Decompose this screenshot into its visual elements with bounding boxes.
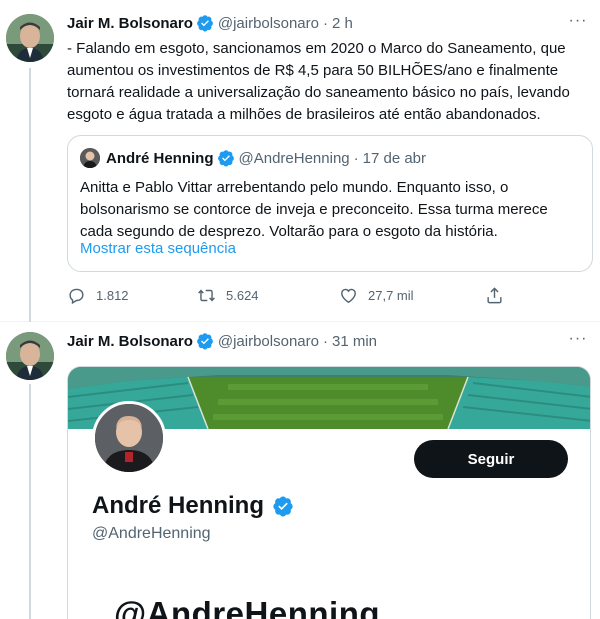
reply-icon bbox=[69, 288, 84, 304]
tweet[interactable]: Jair M. Bolsonaro @jairbolsonaro · 2 h ·… bbox=[0, 0, 600, 322]
retweet-button[interactable]: 5.624 bbox=[197, 284, 259, 306]
follow-button[interactable]: Seguir bbox=[414, 440, 568, 478]
tweet[interactable]: Jair M. Bolsonaro @jairbolsonaro · 31 mi… bbox=[0, 322, 600, 619]
verified-badge-icon bbox=[217, 150, 234, 167]
separator-dot: · bbox=[353, 149, 359, 167]
separator-dot: · bbox=[322, 14, 328, 32]
quoted-author-handle: @AndreHenning bbox=[238, 149, 350, 167]
like-button[interactable]: 27,7 mil bbox=[339, 284, 414, 306]
retweet-icon bbox=[198, 288, 215, 302]
quoted-tweet[interactable]: André Henning @AndreHenning · 17 de abr … bbox=[67, 135, 593, 272]
more-options-icon[interactable]: ··· bbox=[568, 13, 588, 34]
share-button[interactable] bbox=[485, 284, 514, 306]
tweet-actions: 1.812 5.624 27,7 mil bbox=[67, 284, 517, 306]
separator-dot: · bbox=[322, 332, 328, 350]
author-avatar[interactable] bbox=[6, 14, 54, 62]
thread-line bbox=[29, 68, 31, 322]
like-count: 27,7 mil bbox=[368, 287, 414, 303]
profile-card[interactable]: Seguir André Henning @AndreHenning @Andr… bbox=[67, 366, 591, 619]
quoted-tweet-date: 17 de abr bbox=[362, 149, 427, 167]
tweet-timestamp[interactable]: 31 min bbox=[332, 333, 377, 350]
quoted-tweet-text: Anitta e Pablo Vittar arrebentando pelo … bbox=[80, 179, 548, 240]
quoted-tweet-header: André Henning @AndreHenning · 17 de abr bbox=[80, 148, 426, 168]
reply-count: 1.812 bbox=[96, 287, 129, 303]
more-options-icon[interactable]: ··· bbox=[568, 331, 588, 352]
heart-icon bbox=[341, 288, 356, 303]
profile-photo[interactable] bbox=[92, 401, 166, 475]
reply-button[interactable]: 1.812 bbox=[67, 284, 129, 306]
author-name[interactable]: Jair M. Bolsonaro bbox=[67, 333, 193, 350]
show-thread-link[interactable]: Mostrar esta sequência bbox=[80, 240, 236, 257]
verified-badge-icon bbox=[196, 15, 213, 32]
tweet-header: Jair M. Bolsonaro @jairbolsonaro · 2 h bbox=[67, 13, 353, 33]
quoted-author-avatar bbox=[80, 148, 100, 168]
author-handle[interactable]: @jairbolsonaro bbox=[218, 333, 319, 350]
thread-line bbox=[29, 384, 31, 619]
author-handle[interactable]: @jairbolsonaro bbox=[218, 15, 319, 32]
profile-name-text: André Henning bbox=[92, 492, 264, 519]
author-avatar[interactable] bbox=[6, 332, 54, 380]
profile-handle: @AndreHenning bbox=[92, 525, 211, 542]
quoted-author-name: André Henning bbox=[106, 149, 214, 167]
tweet-header: Jair M. Bolsonaro @jairbolsonaro · 31 mi… bbox=[67, 331, 377, 351]
tweet-text: - Falando em esgoto, sancionamos em 2020… bbox=[67, 40, 570, 123]
author-name[interactable]: Jair M. Bolsonaro bbox=[67, 15, 193, 32]
profile-big-handle: @AndreHenning bbox=[114, 595, 381, 619]
profile-name: André Henning bbox=[92, 489, 298, 523]
tweet-timestamp[interactable]: 2 h bbox=[332, 15, 353, 32]
verified-badge-icon bbox=[196, 333, 213, 350]
retweet-count: 5.624 bbox=[226, 287, 259, 303]
verified-badge-icon bbox=[273, 496, 293, 517]
share-icon bbox=[487, 286, 502, 303]
